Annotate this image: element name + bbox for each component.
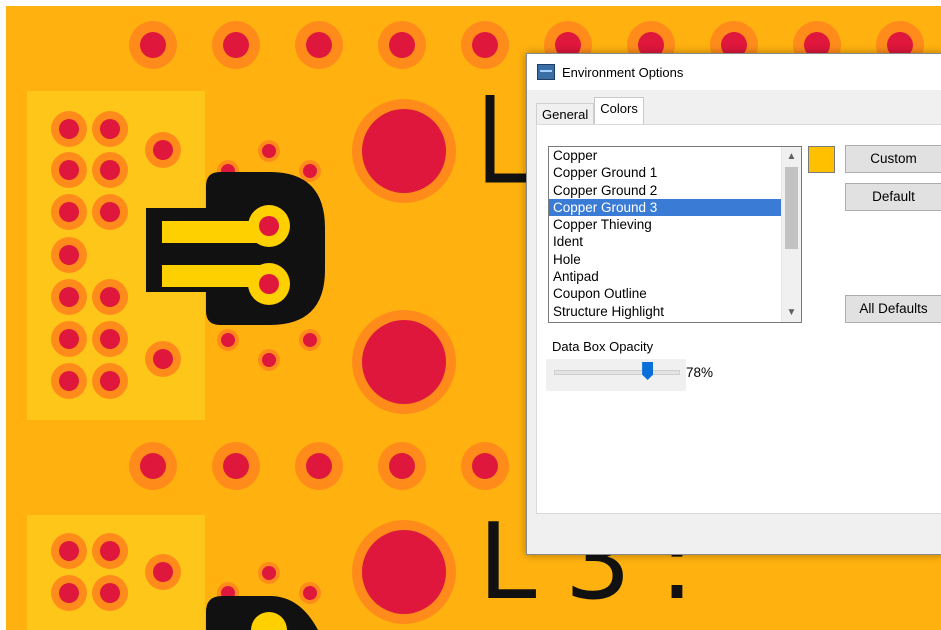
color-list-item[interactable]: Antipad — [549, 268, 801, 285]
via-pad — [145, 554, 181, 590]
via-pad — [212, 21, 260, 69]
via-pad — [378, 442, 426, 490]
via-pad — [295, 21, 343, 69]
scroll-up-icon[interactable]: ▲ — [782, 147, 801, 166]
via-pad — [51, 363, 87, 399]
app-icon — [537, 64, 555, 80]
color-list-item[interactable]: Structure Highlight — [549, 303, 801, 320]
via-pad — [129, 442, 177, 490]
via-pad — [92, 321, 128, 357]
opacity-value: 78% — [686, 365, 714, 380]
via-pad — [92, 533, 128, 569]
slider-track[interactable] — [554, 370, 680, 375]
large-pad — [352, 520, 456, 624]
custom-button[interactable]: Custom — [845, 145, 941, 173]
all-defaults-button[interactable]: All Defaults — [845, 295, 941, 323]
slider-thumb[interactable] — [642, 362, 654, 380]
via-pad — [51, 152, 87, 188]
via-pad — [51, 575, 87, 611]
tab-general[interactable]: General — [536, 103, 595, 125]
default-button[interactable]: Default — [845, 183, 941, 211]
color-list-item[interactable]: Copper Ground 3 — [549, 198, 801, 217]
scroll-thumb[interactable] — [785, 167, 798, 249]
via-pad — [51, 194, 87, 230]
tab-strip: General Colors — [536, 97, 644, 126]
dialog-titlebar[interactable]: Environment Options — [527, 54, 941, 90]
opacity-slider[interactable] — [546, 359, 686, 391]
via-pad — [212, 442, 260, 490]
via-pad — [92, 279, 128, 315]
color-list-item[interactable]: Copper Ground 1 — [549, 164, 801, 181]
environment-options-dialog: Environment Options General Colors Coppe… — [526, 53, 941, 555]
via-pad — [129, 21, 177, 69]
via-pad — [461, 21, 509, 69]
via-pad — [92, 194, 128, 230]
colors-panel: Copper Copper Ground 1 Copper Ground 2 Copp… — [536, 124, 941, 514]
color-list-item[interactable]: Copper Thieving — [549, 216, 801, 233]
via-pad — [51, 321, 87, 357]
via-pad — [145, 341, 181, 377]
via-pad — [92, 575, 128, 611]
via-pad — [51, 533, 87, 569]
via-pad — [51, 237, 87, 273]
color-list-item[interactable]: Coupon Outline — [549, 285, 801, 302]
via-pad — [295, 442, 343, 490]
large-pad — [352, 99, 456, 203]
large-pad — [352, 310, 456, 414]
color-list-item[interactable]: Copper — [549, 147, 801, 164]
via-pad — [92, 152, 128, 188]
via-pad — [92, 111, 128, 147]
via-pad — [51, 279, 87, 315]
via-pad — [461, 442, 509, 490]
color-category-list[interactable]: Copper Copper Ground 1 Copper Ground 2 Copp… — [548, 146, 802, 323]
list-scrollbar[interactable]: ▲ ▼ — [781, 147, 801, 322]
tab-colors[interactable]: Colors — [594, 97, 644, 126]
via-pad — [378, 21, 426, 69]
color-list-item[interactable]: Ident — [549, 233, 801, 250]
scroll-down-icon[interactable]: ▼ — [782, 303, 801, 322]
via-pad — [145, 132, 181, 168]
opacity-label: Data Box Opacity — [552, 339, 654, 354]
via-pad — [92, 363, 128, 399]
color-list-item[interactable]: Hole — [549, 251, 801, 268]
dialog-title: Environment Options — [562, 64, 684, 80]
via-pad — [51, 111, 87, 147]
color-swatch[interactable] — [808, 146, 835, 173]
color-list-item[interactable]: Copper Ground 2 — [549, 182, 801, 199]
